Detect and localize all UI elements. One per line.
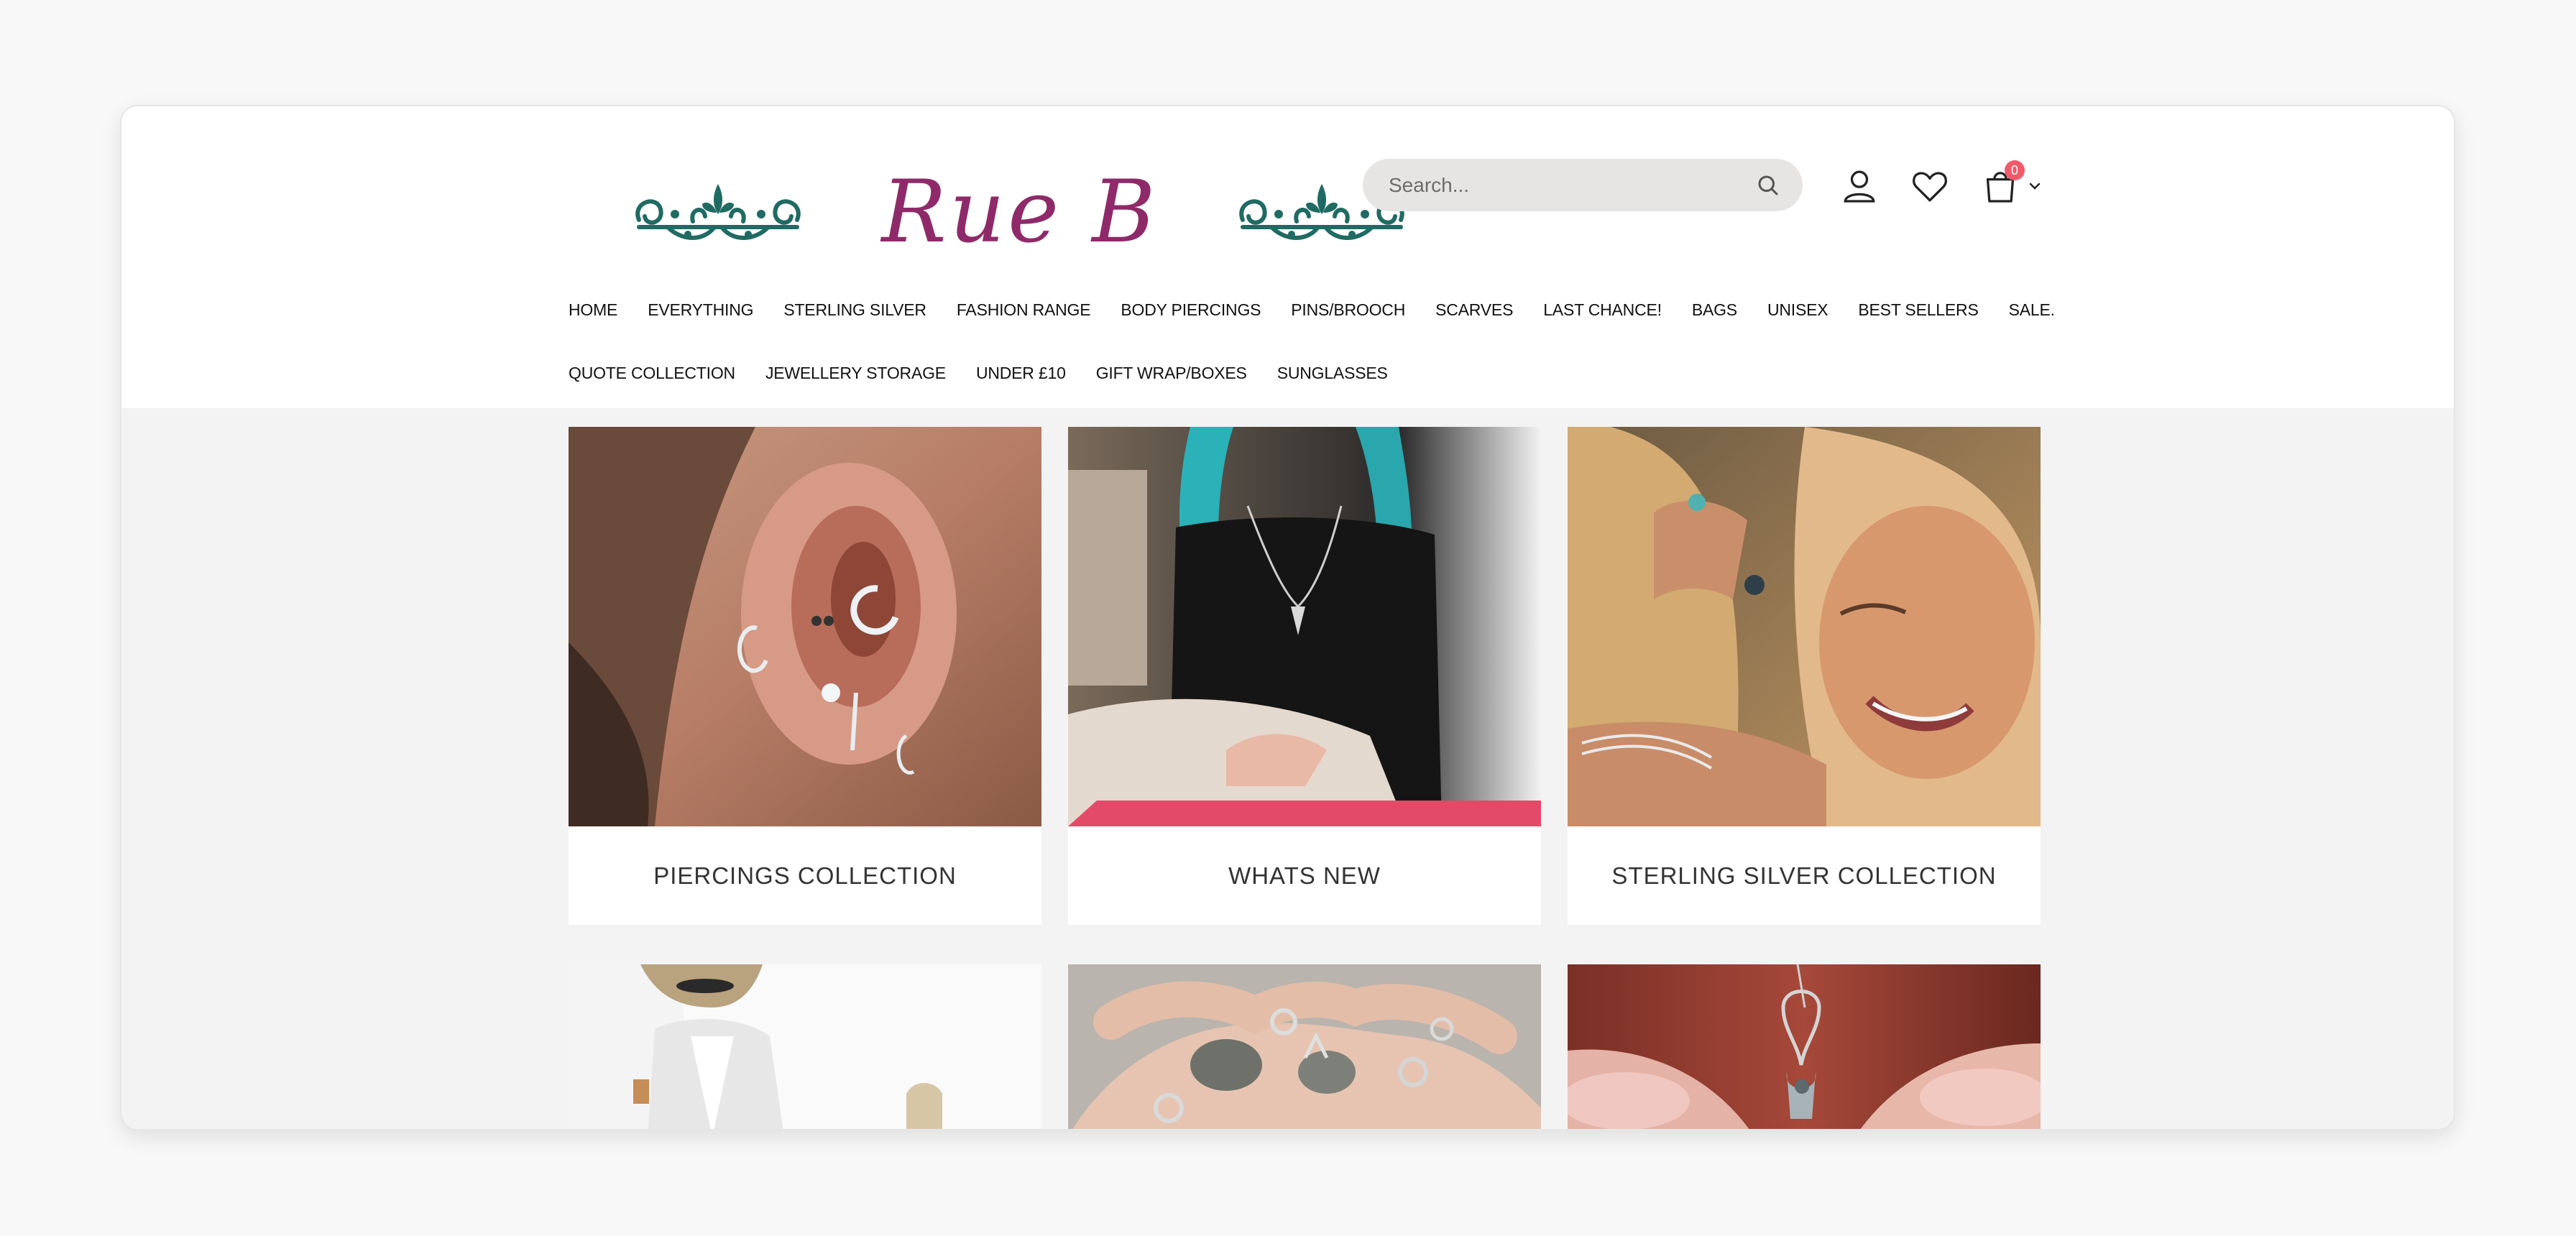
search-input[interactable] bbox=[1387, 172, 1755, 198]
header-actions: 0 bbox=[1839, 160, 2043, 211]
nav-item-last-chance[interactable]: LAST CHANCE! bbox=[1543, 300, 1662, 320]
nav-item-sale[interactable]: SALE. bbox=[2009, 300, 2055, 320]
nav-item-unisex[interactable]: UNISEX bbox=[1767, 300, 1828, 320]
nav-item-under-10[interactable]: UNDER £10 bbox=[976, 364, 1066, 383]
site-header: Rue B Search... 0 HOME EVERYTHING STERLI… bbox=[121, 106, 2454, 408]
user-icon[interactable] bbox=[1839, 166, 1880, 206]
collection-title[interactable]: STERLING SILVER COLLECTION bbox=[1568, 826, 2041, 925]
ornament-left-icon bbox=[625, 177, 811, 249]
nav-item-jewellery-storage[interactable]: JEWELLERY STORAGE bbox=[765, 364, 946, 383]
main-nav-row-1: HOME EVERYTHING STERLING SILVER FASHION … bbox=[569, 300, 2078, 320]
collection-card-rings[interactable] bbox=[1068, 964, 1541, 1129]
collection-card-fashion[interactable] bbox=[569, 964, 1041, 1129]
nav-item-best-sellers[interactable]: BEST SELLERS bbox=[1858, 300, 1978, 320]
pendant-photo[interactable] bbox=[1568, 964, 2041, 1129]
chevron-down-icon[interactable] bbox=[2026, 177, 2043, 195]
nav-item-pins-brooch[interactable]: PINS/BROOCH bbox=[1291, 300, 1405, 320]
nav-item-sterling-silver[interactable]: STERLING SILVER bbox=[783, 300, 926, 320]
site-logo[interactable]: Rue B bbox=[625, 141, 1415, 285]
nav-item-scarves[interactable]: SCARVES bbox=[1435, 300, 1513, 320]
collections-grid: PIERCINGS COLLECTION WHATS NEW STERLING … bbox=[121, 427, 2454, 1129]
nav-item-gift-wrap[interactable]: GIFT WRAP/BOXES bbox=[1096, 364, 1247, 383]
ear-piercings-photo[interactable] bbox=[569, 427, 1041, 826]
nav-item-fashion-range[interactable]: FASHION RANGE bbox=[957, 300, 1091, 320]
nav-item-bags[interactable]: BAGS bbox=[1692, 300, 1737, 320]
heart-icon[interactable] bbox=[1910, 166, 1950, 206]
cart-button[interactable]: 0 bbox=[1980, 160, 2043, 206]
collection-card-whats-new[interactable]: WHATS NEW bbox=[1068, 427, 1541, 925]
woman-earring-photo[interactable] bbox=[1568, 427, 2041, 826]
main-nav-row-2: QUOTE COLLECTION JEWELLERY STORAGE UNDER… bbox=[569, 364, 2078, 383]
logo-text: Rue B bbox=[881, 162, 1159, 262]
cart-count-badge: 0 bbox=[2005, 160, 2025, 180]
collection-title[interactable]: PIERCINGS COLLECTION bbox=[569, 826, 1041, 925]
search-bar[interactable] bbox=[1363, 159, 1803, 211]
nav-item-home[interactable]: HOME bbox=[569, 300, 617, 320]
fashion-woman-photo[interactable] bbox=[569, 964, 1041, 1129]
collection-title[interactable]: WHATS NEW bbox=[1068, 826, 1541, 925]
collection-card-pendants[interactable] bbox=[1568, 964, 2041, 1129]
browser-window: Rue B Search... 0 HOME EVERYTHING STERLI… bbox=[120, 105, 2455, 1130]
search-icon[interactable] bbox=[1755, 172, 1781, 198]
nav-item-sunglasses[interactable]: SUNGLASSES bbox=[1277, 364, 1388, 383]
rings-hands-photo[interactable] bbox=[1068, 964, 1541, 1129]
collection-card-piercings[interactable]: PIERCINGS COLLECTION bbox=[569, 427, 1041, 925]
necklace-photo[interactable] bbox=[1068, 427, 1541, 826]
nav-item-body-piercings[interactable]: BODY PIERCINGS bbox=[1121, 300, 1261, 320]
nav-item-everything[interactable]: EVERYTHING bbox=[648, 300, 753, 320]
collection-card-sterling-silver[interactable]: STERLING SILVER COLLECTION bbox=[1568, 427, 2041, 925]
nav-item-quote-collection[interactable]: QUOTE COLLECTION bbox=[569, 364, 735, 383]
